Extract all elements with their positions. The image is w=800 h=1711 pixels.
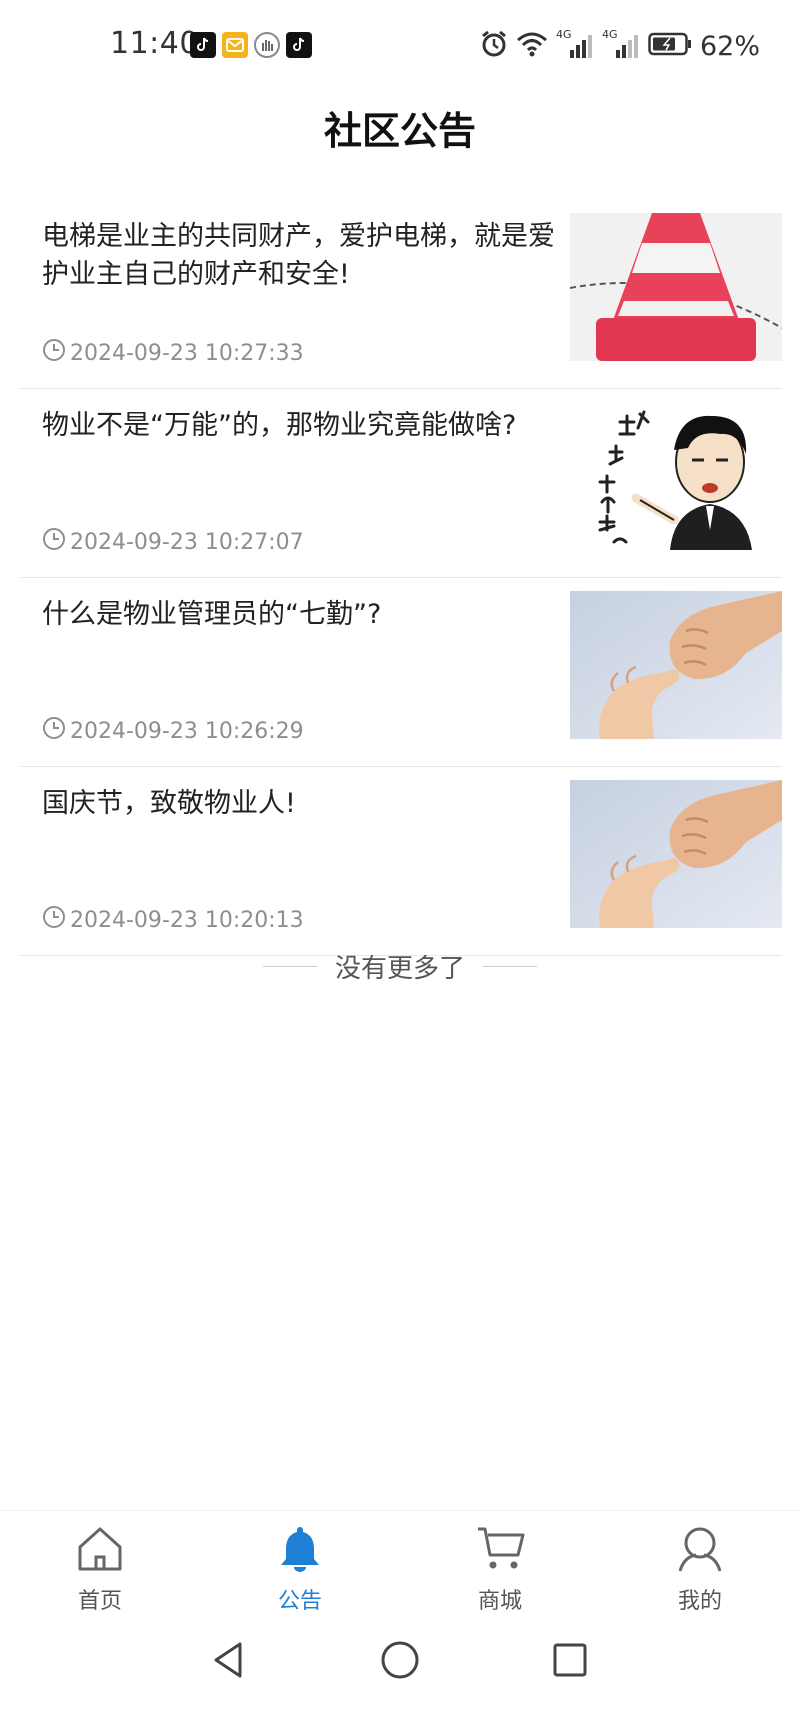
notice-title: 国庆节，致敬物业人! [42, 788, 296, 819]
list-end-indicator: 没有更多了 [0, 948, 800, 985]
hand-icon [254, 32, 280, 58]
wifi-icon [516, 31, 548, 61]
mail-icon [222, 32, 248, 58]
bottom-nav: 首页 公告 商城 我的 [0, 1510, 800, 1620]
status-bar: 11:40 4G 4G 62% [0, 0, 800, 92]
meme-cartoon-image [570, 402, 782, 550]
notice-title: 物业不是“万能”的，那物业究竟能做啥? [42, 410, 517, 441]
notice-item[interactable]: 什么是物业管理员的“七勤”? 2024-09-23 10:26:29 [20, 578, 782, 767]
notice-item[interactable]: 国庆节，致敬物业人! 2024-09-23 10:20:13 [20, 767, 782, 956]
notice-item[interactable]: 物业不是“万能”的，那物业究竟能做啥? 2024-09-23 10:27:07 [20, 389, 782, 578]
tab-mall[interactable]: 商城 [440, 1525, 560, 1615]
notice-time-text: 2024-09-23 10:26:29 [70, 718, 304, 744]
notice-title: 电梯是业主的共同财产，爱护电梯，就是爱护业主自己的财产和安全! [42, 221, 555, 290]
notice-time: 2024-09-23 10:27:07 [42, 527, 304, 557]
tiktok-icon [190, 32, 216, 58]
notice-item[interactable]: 电梯是业主的共同财产，爱护电梯，就是爱护业主自己的财产和安全! 2024-09-… [20, 200, 782, 389]
status-time: 11:40 [110, 26, 199, 61]
system-nav-bar [0, 1630, 800, 1700]
cart-icon [474, 1525, 526, 1577]
tab-home[interactable]: 首页 [40, 1525, 160, 1615]
divider [262, 966, 317, 967]
notice-time-text: 2024-09-23 10:20:13 [70, 907, 304, 933]
tab-notice-label: 公告 [277, 1589, 322, 1614]
tab-notice[interactable]: 公告 [240, 1525, 360, 1615]
signal-icon: 4G [556, 28, 594, 60]
tab-mine[interactable]: 我的 [640, 1525, 760, 1615]
recents-square-icon[interactable] [552, 1640, 588, 1684]
pinky-promise-image [570, 780, 782, 928]
notice-time-text: 2024-09-23 10:27:33 [70, 340, 304, 366]
battery-icon [648, 32, 692, 60]
alarm-icon [480, 30, 508, 62]
home-circle-icon[interactable] [380, 1640, 420, 1684]
battery-percent: 62% [699, 30, 760, 62]
tab-mine-label: 我的 [677, 1589, 722, 1614]
page-title: 社区公告 [323, 109, 476, 153]
pinky-promise-image [570, 591, 782, 739]
notice-list: 电梯是业主的共同财产，爱护电梯，就是爱护业主自己的财产和安全! 2024-09-… [20, 200, 782, 956]
tab-mall-label: 商城 [477, 1589, 522, 1614]
traffic-cone-image [570, 213, 782, 361]
bell-icon [274, 1525, 326, 1577]
home-icon [74, 1525, 126, 1577]
notice-time: 2024-09-23 10:27:33 [42, 338, 304, 368]
notice-time-text: 2024-09-23 10:27:07 [70, 529, 304, 555]
user-icon [674, 1525, 726, 1577]
screen: 11:40 4G 4G 62% 社区公告 电梯是业主的共同财产，爱护电梯，就是爱… [0, 0, 800, 1711]
tab-home-label: 首页 [77, 1589, 122, 1614]
clock-icon [42, 905, 66, 935]
back-icon[interactable] [210, 1640, 246, 1684]
tiktok-icon [286, 32, 312, 58]
list-end-text: 没有更多了 [334, 954, 465, 984]
status-indicators: 4G 4G 62% [480, 28, 760, 62]
clock-icon [42, 338, 66, 368]
notification-icons [190, 32, 312, 58]
notice-time: 2024-09-23 10:26:29 [42, 716, 304, 746]
clock-icon [42, 527, 66, 557]
notice-title: 什么是物业管理员的“七勤”? [42, 599, 382, 630]
clock-icon [42, 716, 66, 746]
divider [483, 966, 537, 967]
signal-icon: 4G [602, 28, 640, 60]
notice-time: 2024-09-23 10:20:13 [42, 905, 304, 935]
